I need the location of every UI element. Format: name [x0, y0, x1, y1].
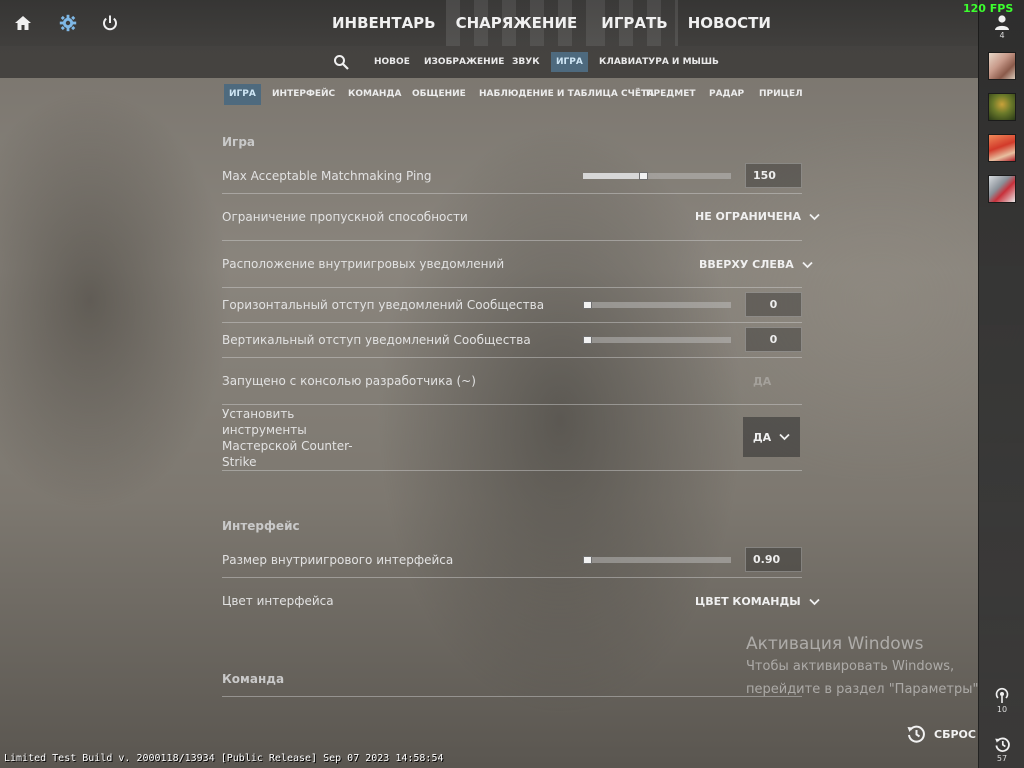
tab-new[interactable]: НОВОЕ [369, 52, 415, 72]
divider [222, 287, 802, 288]
category-tab-game[interactable]: ИГРА [224, 84, 261, 105]
friends-sidebar: 4 10 57 [978, 0, 1024, 768]
reset-button[interactable]: СБРОС [906, 724, 976, 744]
friend-avatar[interactable] [988, 52, 1016, 80]
activation-title: Активация Windows [746, 634, 924, 654]
section-title-team: Команда [222, 672, 285, 686]
notif-h-offset-input[interactable]: 0 [745, 292, 802, 317]
notif-h-offset-slider[interactable] [583, 301, 731, 309]
top-bar: ИНВЕНТАРЬ СНАРЯЖЕНИЕ ИГРАТЬ НОВОСТИ [0, 0, 978, 46]
workshop-tools-dropdown[interactable]: ДА [743, 417, 800, 457]
nav-loadout[interactable]: СНАРЯЖЕНИЕ [445, 0, 592, 46]
section-title-game: Игра [222, 135, 255, 149]
history-button[interactable]: 57 [979, 736, 1024, 763]
activation-line: Чтобы активировать Windows, [746, 659, 955, 674]
settings-subtabs: НОВОЕ ИЗОБРАЖЕНИЕ ЗВУК ИГРА КЛАВИАТУРА И… [0, 46, 978, 78]
gear-icon[interactable] [58, 13, 78, 33]
friends-count: 4 [999, 31, 1005, 40]
category-tab-item[interactable]: ПРЕДМЕТ [641, 84, 701, 105]
divider [222, 193, 802, 194]
ping-value-input[interactable]: 150 [745, 163, 802, 188]
slider-handle[interactable] [583, 336, 592, 344]
setting-label-bandwidth: Ограничение пропускной способности [222, 210, 468, 224]
broadcast-button[interactable]: 10 [979, 686, 1024, 714]
tab-game[interactable]: ИГРА [551, 52, 588, 72]
label-line: Мастерской Counter- [222, 439, 353, 453]
category-tab-team[interactable]: КОМАНДА [343, 84, 406, 105]
section-title-interface: Интерфейс [222, 519, 300, 533]
dropdown-value: ВВЕРХУ СЛЕВА [699, 258, 794, 271]
friend-avatar[interactable] [988, 93, 1016, 121]
dev-console-value: ДА [753, 375, 772, 388]
label-line: Strike [222, 455, 257, 469]
hud-scale-slider[interactable] [583, 556, 731, 564]
dropdown-value: НЕ ОГРАНИЧЕНА [695, 210, 802, 223]
hud-scale-input[interactable]: 0.90 [745, 547, 802, 572]
user-icon [995, 15, 1009, 30]
slider-handle[interactable] [639, 172, 648, 180]
friend-avatar[interactable] [988, 134, 1016, 162]
reset-label: СБРОС [934, 727, 976, 741]
hud-color-dropdown[interactable]: ЦВЕТ КОМАНДЫ [695, 595, 820, 608]
broadcast-count: 10 [996, 705, 1008, 714]
divider [222, 577, 802, 578]
friend-avatar[interactable] [988, 175, 1016, 203]
notif-v-offset-slider[interactable] [583, 336, 731, 344]
category-tab-crosshair[interactable]: ПРИЦЕЛ [754, 84, 808, 105]
setting-label-ping: Max Acceptable Matchmaking Ping [222, 169, 432, 183]
category-tab-interface[interactable]: ИНТЕРФЕЙС [267, 84, 340, 105]
tab-video[interactable]: ИЗОБРАЖЕНИЕ [419, 52, 509, 72]
setting-label-notif-position: Расположение внутриигровых уведомлений [222, 257, 505, 271]
divider [222, 240, 802, 241]
label-line: инструменты [222, 423, 307, 437]
history-count: 57 [996, 754, 1008, 763]
notif-position-dropdown[interactable]: ВВЕРХУ СЛЕВА [699, 258, 813, 271]
divider [222, 322, 802, 323]
dropdown-value: ЦВЕТ КОМАНДЫ [695, 595, 801, 608]
fps-counter: 120 FPS [963, 2, 1014, 15]
power-icon[interactable] [100, 13, 120, 33]
setting-label-notif-h-offset: Горизонтальный отступ уведомлений Сообще… [222, 298, 545, 312]
ping-slider[interactable] [583, 172, 731, 180]
setting-label-hud-scale: Размер внутриигрового интерфейса [222, 553, 454, 567]
tab-keyboard-mouse[interactable]: КЛАВИАТУРА И МЫШЬ [594, 52, 724, 72]
nav-news[interactable]: НОВОСТИ [678, 0, 781, 46]
category-tab-communication[interactable]: ОБЩЕНИЕ [407, 84, 471, 105]
divider [222, 404, 802, 405]
category-tab-spectator-scoreboard[interactable]: НАБЛЮДЕНИЕ И ТАБЛИЦА СЧЁТА [474, 84, 659, 105]
bandwidth-dropdown[interactable]: НЕ ОГРАНИЧЕНА [695, 210, 820, 223]
divider [222, 470, 802, 471]
notif-v-offset-input[interactable]: 0 [745, 327, 802, 352]
nav-inventory[interactable]: ИНВЕНТАРЬ [322, 0, 446, 46]
slider-handle[interactable] [583, 301, 592, 309]
activation-line: перейдите в раздел "Параметры" [746, 682, 979, 697]
history-reset-icon [907, 725, 925, 743]
friends-button[interactable]: 4 [979, 14, 1024, 40]
windows-activation-watermark: Активация Windows Чтобы активировать Win… [746, 634, 979, 700]
divider [222, 696, 802, 697]
chevron-down-icon [809, 213, 820, 220]
history-icon [994, 737, 1010, 752]
label-line: Установить [222, 407, 295, 421]
chevron-down-icon [809, 598, 820, 605]
broadcast-icon [995, 687, 1009, 703]
setting-label-workshop-tools: Установить инструменты Мастерской Counte… [222, 406, 353, 470]
divider [222, 357, 802, 358]
tab-audio[interactable]: ЗВУК [507, 52, 545, 72]
home-icon[interactable] [13, 13, 33, 33]
dropdown-value: ДА [752, 430, 772, 444]
search-icon[interactable] [333, 54, 349, 70]
slider-handle[interactable] [583, 556, 592, 564]
chevron-down-icon [802, 261, 813, 268]
category-tab-radar[interactable]: РАДАР [704, 84, 749, 105]
setting-label-hud-color: Цвет интерфейса [222, 594, 334, 608]
chevron-down-icon [779, 433, 790, 441]
main-nav: ИНВЕНТАРЬ СНАРЯЖЕНИЕ ИГРАТЬ НОВОСТИ [322, 0, 781, 46]
setting-label-notif-v-offset: Вертикальный отступ уведомлений Сообщест… [222, 333, 531, 347]
setting-label-dev-console: Запущено с консолью разработчика (~) [222, 374, 476, 388]
build-info: Limited Test Build v. 2000118/13934 [Pub… [4, 753, 444, 764]
nav-play[interactable]: ИГРАТЬ [591, 0, 678, 46]
